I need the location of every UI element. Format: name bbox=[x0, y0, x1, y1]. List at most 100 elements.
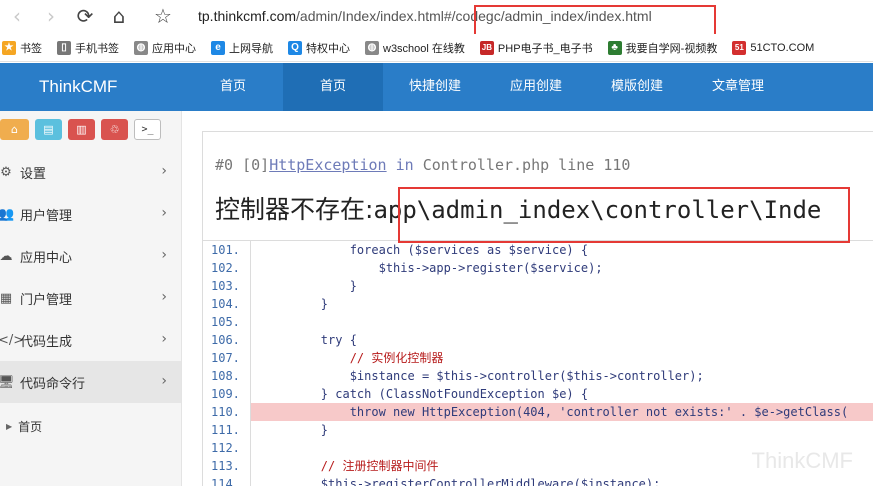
code-text: } bbox=[263, 297, 329, 311]
nav-article-manage[interactable]: 文章管理 bbox=[696, 63, 780, 111]
bookmark-item[interactable]: Q 特权中心 bbox=[288, 40, 350, 56]
nav-home-1[interactable]: 首页 bbox=[193, 63, 273, 111]
url-field[interactable]: tp.thinkcmf.com/admin/Index/index.html#/… bbox=[198, 8, 652, 24]
globe-icon: ◍ bbox=[365, 40, 379, 55]
home-tool-button[interactable]: ⌂ bbox=[0, 119, 29, 140]
nav-quick-create[interactable]: 快捷创建 bbox=[393, 63, 477, 111]
exception-location: Controller.php line 110 bbox=[422, 156, 631, 174]
bookmark-label: 书签 bbox=[20, 42, 42, 55]
bookmarks-bar: ★ 书签 ▯ 手机书签 ◍ 应用中心 e 上网导航 Q 特权中心 ◍ w3school 在线教 JB PH… bbox=[0, 34, 873, 62]
forward-icon[interactable]: › bbox=[34, 0, 68, 32]
code-line: 101. foreach ($services as $service) { bbox=[203, 241, 873, 259]
bookmark-item[interactable]: ◍ w3school 在线教 bbox=[365, 40, 465, 56]
sidebar-item-label: 代码生成 bbox=[20, 334, 73, 350]
chevron-right-icon: › bbox=[161, 163, 167, 179]
screen: ‹ › ⟳ ⌂ ☆ tp.thinkcmf.com/admin/Index/in… bbox=[0, 0, 873, 486]
exception-message: 控制器不存在:app\admin_index\controller\Inde bbox=[215, 190, 821, 226]
sidebar-item-portal[interactable]: ▦ 门户管理 › bbox=[0, 277, 181, 319]
code-line: 106. try { bbox=[203, 331, 873, 349]
exception-class-link[interactable]: HttpException bbox=[269, 156, 386, 174]
content-area: #0 [0]HttpException in Controller.php li… bbox=[182, 111, 873, 486]
line-number: 108. bbox=[203, 367, 251, 385]
bookmark-item[interactable]: JB PHP电子书_电子书 bbox=[479, 40, 593, 56]
sidebar-item-codegen[interactable]: </> 代码生成 › bbox=[0, 319, 181, 361]
nav-template-create[interactable]: 模版创建 bbox=[595, 63, 679, 111]
back-icon[interactable]: ‹ bbox=[0, 0, 34, 32]
caret-right-icon: ▶ bbox=[6, 421, 13, 431]
code-text: $this->registerControllerMiddleware($ins… bbox=[263, 477, 661, 486]
exception-message-cn: 控制器不存在: bbox=[215, 195, 374, 224]
leaf-icon: ♣ bbox=[607, 40, 622, 55]
exception-prefix: #0 [0] bbox=[215, 156, 270, 174]
code-text: } bbox=[263, 279, 357, 293]
sidebar-item-settings[interactable]: ⚙ 设置 › bbox=[0, 151, 181, 193]
recycle-tool-button[interactable]: ♲ bbox=[101, 119, 128, 140]
sidebar-item-code-cli[interactable]: 🖥 代码命令行 › bbox=[0, 361, 181, 403]
sidebar-item-app-center[interactable]: ☁ 应用中心 › bbox=[0, 235, 181, 277]
code-line: 104. } bbox=[203, 295, 873, 313]
line-number: 110. bbox=[203, 403, 251, 421]
code-text: } bbox=[263, 423, 329, 437]
code-line: 103. } bbox=[203, 277, 873, 295]
url-path: /admin/Index/index.html#/codegc/admin_in… bbox=[296, 8, 652, 24]
sidebar-item-label: 应用中心 bbox=[20, 250, 73, 266]
gears-icon: ⚙ bbox=[0, 164, 12, 180]
line-number: 103. bbox=[203, 277, 251, 295]
browser-address-bar: ‹ › ⟳ ⌂ ☆ tp.thinkcmf.com/admin/Index/in… bbox=[0, 0, 873, 32]
bookmark-item[interactable]: ♣ 我要自学网-视频教 bbox=[607, 40, 718, 56]
reload-icon[interactable]: ⟳ bbox=[68, 0, 102, 32]
chevron-right-icon: › bbox=[161, 373, 167, 389]
q-icon: Q bbox=[288, 40, 302, 55]
chevron-right-icon: › bbox=[161, 331, 167, 347]
bookmark-star-icon[interactable]: ☆ bbox=[146, 0, 180, 32]
bookmark-label: 51CTO.COM bbox=[750, 41, 815, 54]
bookmark-label: 我要自学网-视频教 bbox=[625, 42, 718, 55]
bookmark-item[interactable]: ▯ 手机书签 bbox=[57, 40, 119, 56]
brand-logo[interactable]: ThinkCMF bbox=[39, 63, 117, 111]
line-number: 114. bbox=[203, 475, 251, 486]
url-host: tp.thinkcmf.com bbox=[198, 8, 297, 24]
line-number: 101. bbox=[203, 241, 251, 259]
code-line: 105. bbox=[203, 313, 873, 331]
code-text: $instance = $this->controller($this->con… bbox=[263, 369, 704, 383]
code-text: $this->app->register($service); bbox=[263, 261, 603, 275]
terminal-tool-button[interactable]: >_ bbox=[134, 119, 161, 140]
bookmark-item[interactable]: 51 51CTO.COM bbox=[732, 40, 815, 55]
code-text: try { bbox=[263, 333, 357, 347]
bookmark-label: 特权中心 bbox=[306, 42, 350, 55]
sidebar-subitem-home[interactable]: ▶ 首页 bbox=[0, 415, 42, 437]
nav-app-create[interactable]: 应用创建 bbox=[494, 63, 578, 111]
line-number: 109. bbox=[203, 385, 251, 403]
line-number: 106. bbox=[203, 331, 251, 349]
bookmark-item[interactable]: ◍ 应用中心 bbox=[134, 40, 196, 56]
code-line: 107. // 实例化控制器 bbox=[203, 349, 873, 367]
watermark: ThinkCMF bbox=[751, 448, 853, 473]
nav-home-2[interactable]: 首页 bbox=[283, 63, 383, 111]
home-icon[interactable]: ⌂ bbox=[102, 0, 136, 32]
jb-icon: JB bbox=[479, 40, 494, 55]
code-text: // 实例化控制器 bbox=[263, 351, 444, 365]
sidebar-item-users[interactable]: 👥 用户管理 › bbox=[0, 193, 181, 235]
exception-panel: #0 [0]HttpException in Controller.php li… bbox=[202, 131, 873, 486]
51-icon: 51 bbox=[732, 40, 747, 55]
bookmark-item[interactable]: e 上网导航 bbox=[211, 40, 273, 56]
file-tool-button[interactable]: ▤ bbox=[35, 119, 62, 140]
code-line: 111. } bbox=[203, 421, 873, 439]
users-icon: 👥 bbox=[0, 206, 15, 222]
bookmark-label: 应用中心 bbox=[152, 42, 196, 55]
exception-message-path: app\admin_index\controller\Inde bbox=[373, 196, 822, 224]
code-text: } catch (ClassNotFoundException $e) { bbox=[263, 387, 589, 401]
line-number: 104. bbox=[203, 295, 251, 313]
code-line: 114. $this->registerControllerMiddleware… bbox=[203, 475, 873, 486]
chevron-right-icon: › bbox=[161, 205, 167, 221]
line-number: 111. bbox=[203, 421, 251, 439]
sidebar-subitem-label: 首页 bbox=[18, 419, 43, 434]
bookmark-item[interactable]: ★ 书签 bbox=[2, 40, 42, 56]
code-text: foreach ($services as $service) { bbox=[263, 243, 589, 257]
bookmark-label: w3school 在线教 bbox=[383, 42, 465, 55]
cloud-icon: ☁ bbox=[0, 248, 13, 264]
line-number: 112. bbox=[203, 439, 251, 457]
trash-tool-button[interactable]: ▥ bbox=[68, 119, 95, 140]
exception-header: #0 [0]HttpException in Controller.php li… bbox=[215, 156, 630, 174]
line-number: 105. bbox=[203, 313, 251, 331]
